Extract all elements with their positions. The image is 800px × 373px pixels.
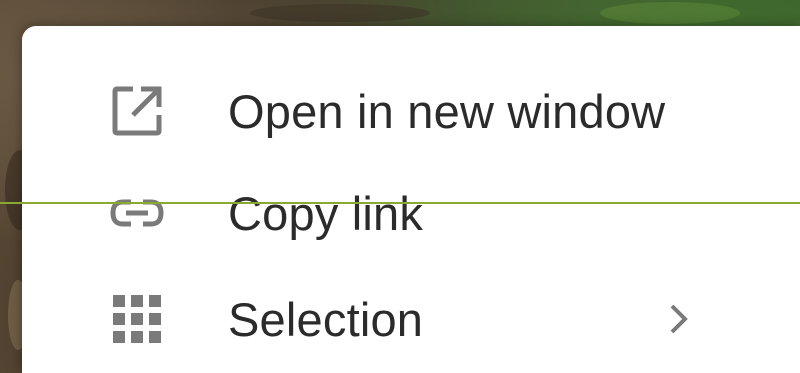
menu-item-selection[interactable]: Selection	[22, 269, 782, 369]
open-in-new-window-icon	[108, 82, 166, 140]
chevron-right-icon	[668, 302, 690, 336]
menu-item-open-in-new-window[interactable]: Open in new window	[22, 61, 782, 161]
menu-item-copy-link[interactable]: Copy link	[22, 163, 782, 263]
link-icon	[108, 184, 166, 242]
menu-item-label: Copy link	[228, 186, 424, 240]
photo-texture	[250, 4, 430, 22]
context-menu: Open in new window Copy link Selection	[22, 26, 800, 373]
menu-item-label: Selection	[228, 292, 424, 346]
grid-icon	[108, 290, 166, 348]
overlay-guide-line	[0, 202, 800, 204]
photo-texture	[600, 2, 740, 24]
menu-item-label: Open in new window	[228, 84, 666, 138]
